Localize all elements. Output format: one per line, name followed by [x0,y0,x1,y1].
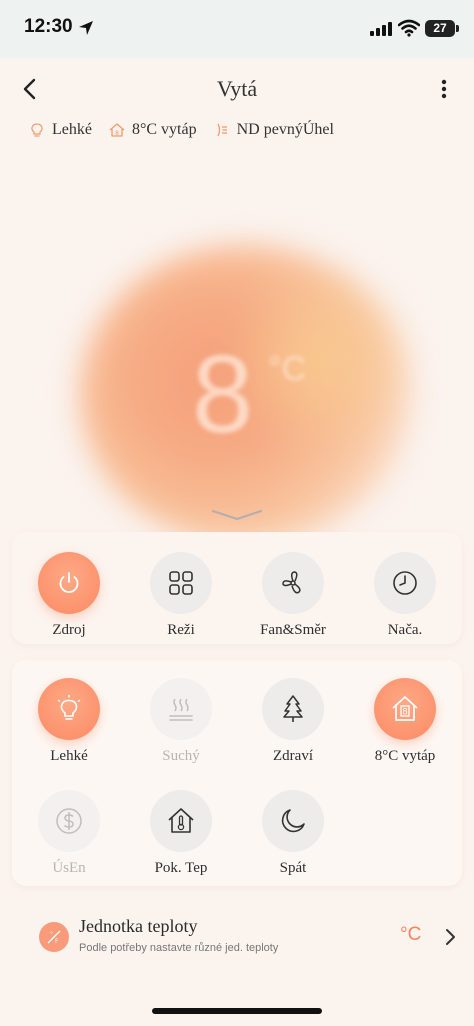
room-temp-button-circle[interactable] [150,790,212,852]
unit-setting-title: Jednotka teploty [79,916,198,936]
temperature-unit-setting[interactable]: ° F Jednotka teploty Podle potřeby nasta… [12,902,462,972]
heat8-button[interactable]: 8 8°C vytáp [350,678,460,765]
fan-button-circle[interactable] [262,552,324,614]
room-temp-label: Pok. Tep [154,860,208,876]
functions-card: Lehké Suchý Zdraví 8 8°C vytáp ÚsEn Pok.… [12,660,462,886]
heat8-button-circle[interactable]: 8 [374,678,436,740]
eco-label: ÚsEn [52,860,86,876]
sleep-button-circle[interactable] [262,790,324,852]
mode-label: Reži [167,622,195,638]
svg-text:°: ° [50,931,53,938]
battery-indicator: 27 [425,20,455,37]
dollar-icon [56,808,82,834]
chip-label: 8°C vytáp [131,121,197,138]
mode-button-circle[interactable] [150,552,212,614]
timer-label: Nača. [387,622,423,638]
power-label: Zdroj [52,622,86,638]
timer-button[interactable]: Nača. [350,552,460,639]
bulb-icon [31,123,43,137]
temperature-unit: °C [268,350,307,388]
temperature-value: 8 [192,333,254,456]
svg-text:F: F [55,938,59,945]
clock-icon [393,571,417,595]
moon-icon [281,809,305,833]
unit-setting-subtitle: Podle potřeby nastavte různé jed. teplot… [79,942,279,954]
chip-label: ND pevnýÚhel [236,121,334,138]
chevron-down-icon[interactable] [211,508,263,522]
svg-text:8: 8 [115,130,119,137]
fan-label: Fan&Směr [260,622,326,638]
main-controls-card: Zdroj Reži Fan&Směr Nača. [12,532,462,644]
room-temp-button[interactable]: Pok. Tep [126,790,236,877]
health-label: Zdraví [273,748,313,764]
chip-label: Lehké [52,121,92,138]
timer-button-circle[interactable] [374,552,436,614]
power-button-circle[interactable] [38,552,100,614]
chip-light: Lehké [28,121,92,139]
dry-label: Suchý [162,748,200,764]
light-label: Lehké [50,748,88,764]
sleep-label: Spát [279,860,307,876]
swing-icon [217,123,227,137]
status-time: 12:30 [24,16,73,37]
light-button-circle[interactable] [38,678,100,740]
health-button[interactable]: Zdraví [238,678,348,765]
mode-button[interactable]: Reži [126,552,236,639]
chevron-right-icon [446,929,455,945]
sleep-button[interactable]: Spát [238,790,348,877]
dry-icon [169,698,193,721]
temperature-glow-accent [230,260,410,460]
eco-button-circle[interactable] [38,790,100,852]
unit-setting-value: °C [400,924,422,945]
status-chips: Lehké 8 8°C vytáp ND pevnýÚhel [28,118,350,142]
more-options-button[interactable] [436,76,452,102]
power-icon [59,572,79,593]
unit-setting-icon: ° F [39,922,69,952]
header: Vytá [0,58,474,118]
health-button-circle[interactable] [262,678,324,740]
dry-button-circle[interactable] [150,678,212,740]
battery-nub [456,25,459,32]
home-heat-icon: 8 [109,123,125,137]
status-bar: 12:30 27 [0,0,474,58]
grid-icon [169,571,193,595]
heat8-label: 8°C vytáp [374,748,436,764]
page-title: Vytá [216,76,258,101]
fan-icon [282,571,301,594]
bulb-icon [57,695,81,720]
chip-heating: 8 8°C vytáp [108,121,197,139]
cellular-signal-icon [370,22,392,36]
temperature-display: 8 °C [0,150,474,540]
eco-button[interactable]: ÚsEn [14,790,124,877]
home-indicator[interactable] [152,1008,322,1014]
fan-direction-button[interactable]: Fan&Směr [238,552,348,639]
power-button[interactable]: Zdroj [14,552,124,639]
wifi-icon [398,19,420,37]
light-button[interactable]: Lehké [14,678,124,765]
tree-icon [283,695,303,722]
thermometer-home-icon [168,808,194,833]
svg-text:8: 8 [402,708,408,718]
home-8-icon: 8 [392,696,418,721]
dry-button[interactable]: Suchý [126,678,236,765]
thermometer-switch-icon: ° F [47,930,61,945]
chip-swing: ND pevnýÚhel [213,121,334,139]
location-arrow-icon [79,21,93,35]
